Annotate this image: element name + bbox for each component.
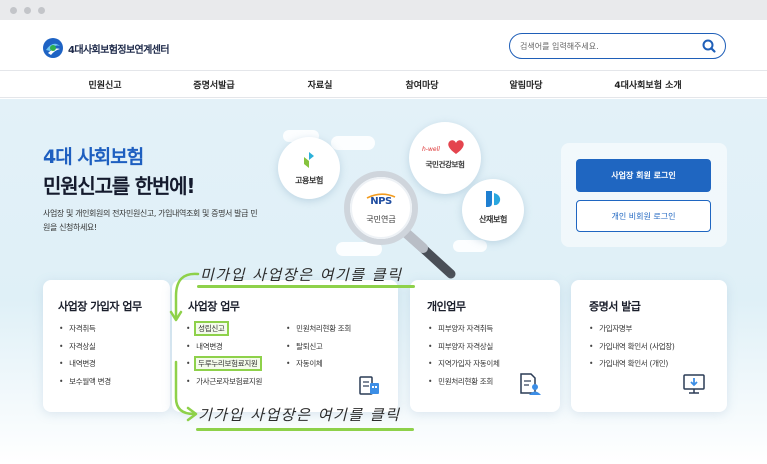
annotation-underline bbox=[197, 285, 415, 288]
search-box bbox=[509, 33, 726, 59]
list-item[interactable]: 지역가입자 자동이체 bbox=[428, 355, 500, 373]
nps-swoosh-icon bbox=[366, 193, 396, 199]
search-input[interactable] bbox=[520, 37, 690, 55]
list-item[interactable]: 보수월액 변경 bbox=[59, 373, 111, 391]
heart-icon bbox=[448, 140, 464, 154]
list-item[interactable]: 피부양자 자격상실 bbox=[428, 338, 500, 356]
industrial-insurance-icon bbox=[486, 191, 501, 207]
card-title: 개인업무 bbox=[427, 300, 466, 313]
hwell-logo: h-well bbox=[422, 146, 440, 153]
list-item[interactable]: 자격취득 bbox=[59, 320, 111, 338]
card-title: 증명서 발급 bbox=[589, 300, 641, 313]
list-item[interactable]: 민원처리현황 조회 bbox=[428, 373, 500, 391]
card-list: 피부양자 자격취득 피부양자 자격상실 지역가입자 자동이체 민원처리현황 조회 bbox=[428, 320, 500, 390]
card-list-right: 민원처리현황 조회 탈퇴신고 자동이체 bbox=[286, 320, 351, 373]
list-item[interactable]: 탈퇴신고 bbox=[286, 338, 351, 356]
list-item[interactable]: 가입내역 확인서 (개인) bbox=[589, 355, 675, 373]
logo-emblem-icon bbox=[43, 38, 63, 58]
window-dot-icon bbox=[38, 7, 45, 14]
logo-text: 4대사회보험정보연계센터 bbox=[68, 44, 170, 56]
list-item[interactable]: 내역변경 bbox=[59, 355, 111, 373]
nav-item-certificate[interactable]: 증명서발급 bbox=[193, 78, 234, 91]
browser-toolbar bbox=[0, 0, 767, 20]
card-certificate: 증명서 발급 가입자명부 가입내역 확인서 (사업장) 가입내역 확인서 (개인… bbox=[571, 280, 727, 412]
list-item[interactable]: 내역변경 bbox=[186, 338, 262, 356]
card-business-subscriber: 사업장 가입자 업무 자격취득 자격상실 내역변경 보수월액 변경 bbox=[43, 280, 170, 412]
list-item[interactable]: 가입내역 확인서 (사업장) bbox=[589, 338, 675, 356]
hero-title: 4대 사회보험 bbox=[43, 146, 144, 168]
window-dot-icon bbox=[10, 7, 17, 14]
list-item[interactable]: 자격상실 bbox=[59, 338, 111, 356]
nav-item-about[interactable]: 4대사회보험 소개 bbox=[614, 78, 681, 91]
list-item[interactable]: 가입자명부 bbox=[589, 320, 675, 338]
person-document-icon bbox=[520, 373, 541, 395]
list-item-label: 두루누리보험료지원 bbox=[194, 356, 262, 371]
nps-label: 국민연금 bbox=[366, 215, 396, 224]
nav-item-participation[interactable]: 참여마당 bbox=[405, 78, 438, 91]
business-login-button[interactable]: 사업장 회원 로그인 bbox=[576, 159, 711, 192]
personal-login-button[interactable]: 개인 비회원 로그인 bbox=[576, 200, 711, 232]
annotation-underline bbox=[196, 428, 414, 431]
nav-item-resources[interactable]: 자료실 bbox=[308, 78, 333, 91]
employment-insurance-badge: 고용보험 bbox=[278, 137, 340, 199]
main-nav: 민원신고 증명서발급 자료실 참여마당 알림마당 4대사회보험 소개 bbox=[0, 70, 767, 98]
list-item[interactable]: 자동이체 bbox=[286, 355, 351, 373]
list-item[interactable]: 민원처리현황 조회 bbox=[286, 320, 351, 338]
annotation-registered: 기가입 사업장은 여기를 클릭 bbox=[198, 406, 401, 424]
card-personal-work: 개인업무 피부양자 자격취득 피부양자 자격상실 지역가입자 자동이체 민원처리… bbox=[410, 280, 560, 412]
annotation-arrow-bottom-icon bbox=[174, 360, 198, 422]
nav-item-notice[interactable]: 알림마당 bbox=[509, 78, 542, 91]
window-dot-icon bbox=[24, 7, 31, 14]
site-logo[interactable]: 4대사회보험정보연계센터 bbox=[42, 37, 170, 59]
annotation-arrow-top-icon bbox=[169, 272, 200, 322]
card-list: 자격취득 자격상실 내역변경 보수월액 변경 bbox=[59, 320, 111, 390]
annotation-unregistered: 미가입 사업장은 여기를 클릭 bbox=[200, 266, 403, 284]
nav-item-civil-report[interactable]: 민원신고 bbox=[88, 78, 121, 91]
hero-description: 사업장 및 개인회원의 전자민원신고, 가입내역조회 및 증명서 발급 민원을 … bbox=[43, 209, 258, 232]
employment-insurance-icon bbox=[304, 152, 314, 168]
monitor-download-icon bbox=[683, 374, 705, 394]
card-list: 가입자명부 가입내역 확인서 (사업장) 가입내역 확인서 (개인) bbox=[589, 320, 675, 373]
list-item[interactable]: 피부양자 자격취득 bbox=[428, 320, 500, 338]
cloud-decoration bbox=[331, 136, 375, 150]
building-document-icon bbox=[359, 376, 379, 395]
card-title: 사업장 가입자 업무 bbox=[58, 300, 142, 313]
card-business-work: 사업장 업무 성립신고 내역변경 두루누리보험료지원 가사근로자보험료지원 민원… bbox=[172, 280, 398, 412]
hero-subtitle: 민원신고를 한번에! bbox=[43, 174, 195, 198]
list-item-label: 성립신고 bbox=[194, 321, 229, 336]
search-icon[interactable] bbox=[701, 38, 717, 54]
